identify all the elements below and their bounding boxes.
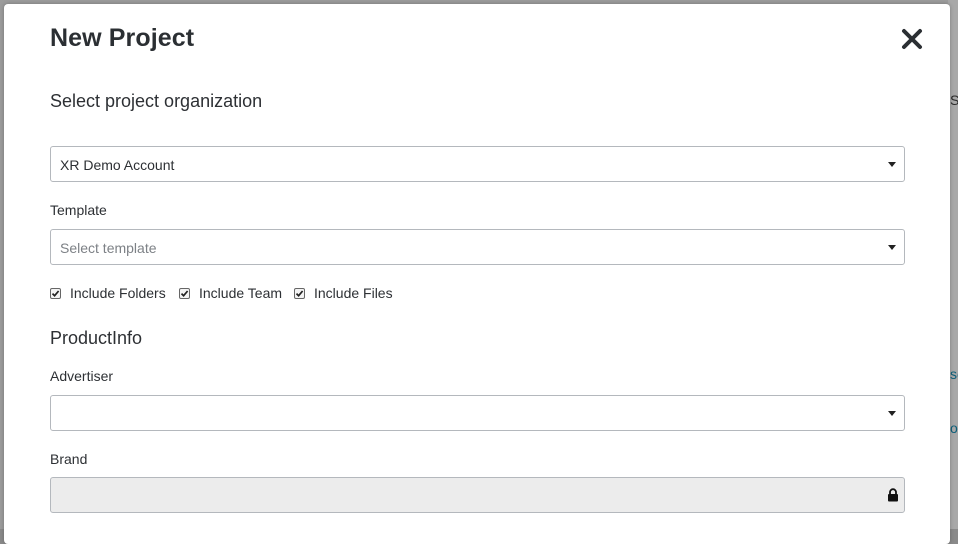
background-link-fragment: ol [950,420,958,436]
checkbox-checked-icon [294,287,305,299]
include-team-label: Include Team [199,285,283,301]
include-files-label: Include Files [314,285,393,301]
advertiser-select[interactable] [50,395,905,431]
lock-icon [887,488,899,507]
include-team-checkbox[interactable]: Include Team [179,285,282,301]
product-info-heading: ProductInfo [50,328,143,348]
chevron-down-icon [888,245,896,250]
close-icon [902,29,922,49]
checkbox-checked-icon [50,287,61,299]
brand-field-locked [50,477,905,513]
template-label: Template [50,202,107,218]
new-project-dialog: New Project Select project organization … [4,4,950,544]
dialog-title: New Project [50,24,195,52]
include-folders-checkbox[interactable]: Include Folders [50,285,166,301]
advertiser-label: Advertiser [50,368,114,384]
checkbox-checked-icon [179,287,190,299]
organization-heading: Select project organization [50,91,263,111]
organization-select[interactable]: XR Demo Account [50,146,905,182]
background-text-fragment: S [950,92,958,108]
chevron-down-icon [888,162,896,167]
background-link-fragment: se [950,366,958,382]
brand-label: Brand [50,451,88,467]
chevron-down-icon [888,411,896,416]
template-select[interactable]: Select template [50,229,905,265]
include-files-checkbox[interactable]: Include Files [294,285,393,301]
template-select-placeholder: Select template [60,240,157,256]
close-button[interactable] [899,26,925,52]
organization-select-value: XR Demo Account [60,157,175,173]
include-folders-label: Include Folders [70,285,166,301]
